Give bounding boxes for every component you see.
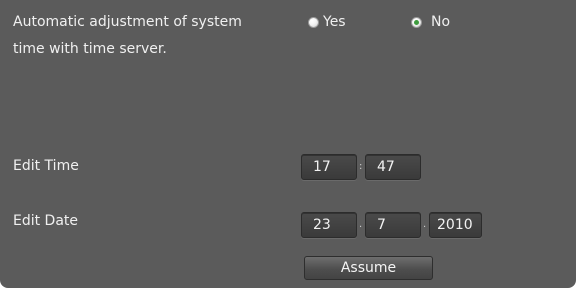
radio-no-circle-icon[interactable] (411, 16, 422, 28)
time-separator: : (359, 161, 363, 172)
radio-yes-circle-icon[interactable] (308, 16, 319, 28)
assume-button[interactable]: Assume (304, 256, 433, 280)
radio-no[interactable]: No (411, 14, 450, 30)
day-input[interactable]: 23 (301, 212, 357, 238)
edit-date-label: Edit Date (13, 213, 79, 229)
date-separator-1: . (359, 219, 363, 230)
year-input[interactable]: 2010 (429, 212, 482, 238)
date-separator-2: . (423, 219, 427, 230)
hour-input[interactable]: 17 (301, 154, 357, 180)
radio-no-label: No (431, 14, 451, 30)
time-settings-panel: Automatic adjustment of system time with… (0, 0, 576, 288)
edit-time-label: Edit Time (13, 158, 79, 174)
month-input[interactable]: 7 (365, 212, 421, 238)
radio-yes-label: Yes (323, 14, 346, 30)
auto-adjust-label-line2: time with time server. (13, 41, 167, 57)
radio-yes[interactable]: Yes (308, 14, 346, 30)
minute-input[interactable]: 47 (365, 154, 421, 180)
auto-adjust-label-line1: Automatic adjustment of system (13, 14, 242, 30)
